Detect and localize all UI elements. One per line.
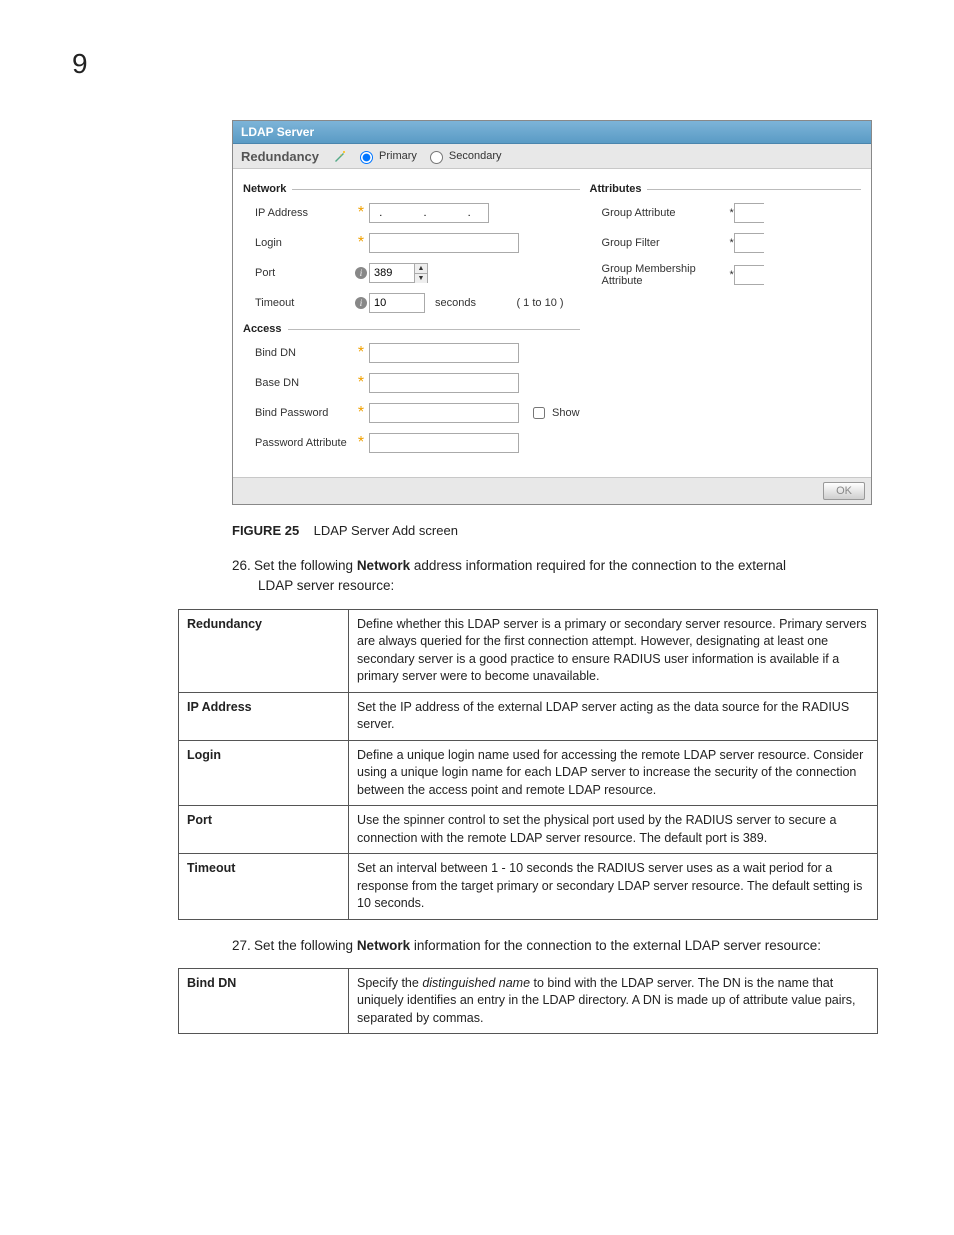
ip-address-label: IP Address bbox=[243, 207, 353, 219]
spinner-down-icon[interactable]: ▼ bbox=[415, 274, 427, 283]
table-row: IP AddressSet the IP address of the exte… bbox=[179, 692, 878, 740]
timeout-range: ( 1 to 10 ) bbox=[516, 297, 563, 309]
group-attribute-input[interactable] bbox=[734, 203, 764, 223]
required-icon: * bbox=[353, 374, 369, 392]
panel-title: LDAP Server bbox=[233, 121, 871, 144]
bind-dn-row: Bind DN * bbox=[243, 343, 580, 363]
port-input[interactable] bbox=[370, 264, 414, 282]
password-attribute-input[interactable] bbox=[369, 433, 519, 453]
radio-secondary-input[interactable] bbox=[430, 151, 443, 164]
radio-secondary-label: Secondary bbox=[449, 150, 502, 162]
redundancy-row: Redundancy Primary Secondary bbox=[233, 144, 871, 169]
access-definition-table: Bind DN Specify the distinguished name t… bbox=[178, 968, 878, 1035]
network-definition-table: RedundancyDefine whether this LDAP serve… bbox=[178, 609, 878, 920]
info-icon: i bbox=[353, 297, 369, 309]
timeout-row: Timeout i seconds ( 1 to 10 ) bbox=[243, 293, 580, 313]
radio-primary[interactable]: Primary bbox=[355, 148, 417, 164]
show-password-label: Show bbox=[552, 407, 580, 419]
group-filter-row: Group Filter * bbox=[590, 233, 861, 253]
radio-primary-label: Primary bbox=[379, 150, 417, 162]
base-dn-label: Base DN bbox=[243, 377, 353, 389]
base-dn-input[interactable] bbox=[369, 373, 519, 393]
password-attribute-label: Password Attribute bbox=[243, 437, 353, 449]
group-membership-row: Group Membership Attribute * bbox=[590, 263, 861, 287]
required-icon: * bbox=[353, 434, 369, 452]
timeout-input[interactable] bbox=[369, 293, 425, 313]
port-spinner[interactable]: ▲ ▼ bbox=[369, 263, 428, 283]
login-label: Login bbox=[243, 237, 353, 249]
login-input[interactable] bbox=[369, 233, 519, 253]
network-legend: Network bbox=[243, 183, 580, 195]
bind-dn-label: Bind DN bbox=[243, 347, 353, 359]
port-row: Port i ▲ ▼ bbox=[243, 263, 580, 283]
spinner-up-icon[interactable]: ▲ bbox=[415, 264, 427, 274]
table-row: RedundancyDefine whether this LDAP serve… bbox=[179, 609, 878, 692]
group-filter-input[interactable] bbox=[734, 233, 764, 253]
timeout-unit: seconds bbox=[435, 297, 476, 309]
table-row: TimeoutSet an interval between 1 - 10 se… bbox=[179, 854, 878, 920]
panel-footer: OK bbox=[233, 477, 871, 504]
figure-caption: FIGURE 25 LDAP Server Add screen bbox=[232, 523, 882, 538]
base-dn-row: Base DN * bbox=[243, 373, 580, 393]
group-membership-input[interactable] bbox=[734, 265, 764, 285]
ok-button[interactable]: OK bbox=[823, 482, 865, 500]
radio-secondary[interactable]: Secondary bbox=[425, 148, 502, 164]
info-icon: i bbox=[353, 267, 369, 279]
login-row: Login * bbox=[243, 233, 580, 253]
radio-primary-input[interactable] bbox=[360, 151, 373, 164]
timeout-label: Timeout bbox=[243, 297, 353, 309]
required-icon: * bbox=[353, 234, 369, 252]
wand-icon bbox=[333, 149, 347, 163]
bind-password-row: Bind Password * Show bbox=[243, 403, 580, 423]
attributes-legend: Attributes bbox=[590, 183, 861, 195]
ip-address-input[interactable] bbox=[369, 203, 489, 223]
table-row: Bind DN Specify the distinguished name t… bbox=[179, 968, 878, 1034]
bind-dn-input[interactable] bbox=[369, 343, 519, 363]
table-row: LoginDefine a unique login name used for… bbox=[179, 740, 878, 806]
required-icon: * bbox=[353, 204, 369, 222]
chapter-number: 9 bbox=[72, 48, 882, 80]
required-icon: * bbox=[353, 344, 369, 362]
required-icon: * bbox=[353, 404, 369, 422]
table-row: PortUse the spinner control to set the p… bbox=[179, 806, 878, 854]
ldap-server-panel: LDAP Server Redundancy Primary Secondary… bbox=[232, 120, 872, 505]
show-password-checkbox[interactable] bbox=[533, 407, 545, 419]
figure-caption-text: LDAP Server Add screen bbox=[314, 523, 458, 538]
bind-password-input[interactable] bbox=[369, 403, 519, 423]
access-legend: Access bbox=[243, 323, 580, 335]
group-attribute-label: Group Attribute bbox=[590, 207, 730, 219]
group-membership-label: Group Membership Attribute bbox=[590, 263, 730, 287]
group-attribute-row: Group Attribute * bbox=[590, 203, 861, 223]
figure-label: FIGURE 25 bbox=[232, 523, 299, 538]
step-26: 26.Set the following Network address inf… bbox=[232, 556, 822, 597]
redundancy-label: Redundancy bbox=[241, 149, 319, 164]
bind-password-label: Bind Password bbox=[243, 407, 353, 419]
group-filter-label: Group Filter bbox=[590, 237, 730, 249]
ip-address-row: IP Address * bbox=[243, 203, 580, 223]
password-attribute-row: Password Attribute * bbox=[243, 433, 580, 453]
step-27: 27.Set the following Network information… bbox=[232, 936, 822, 956]
port-label: Port bbox=[243, 267, 353, 279]
